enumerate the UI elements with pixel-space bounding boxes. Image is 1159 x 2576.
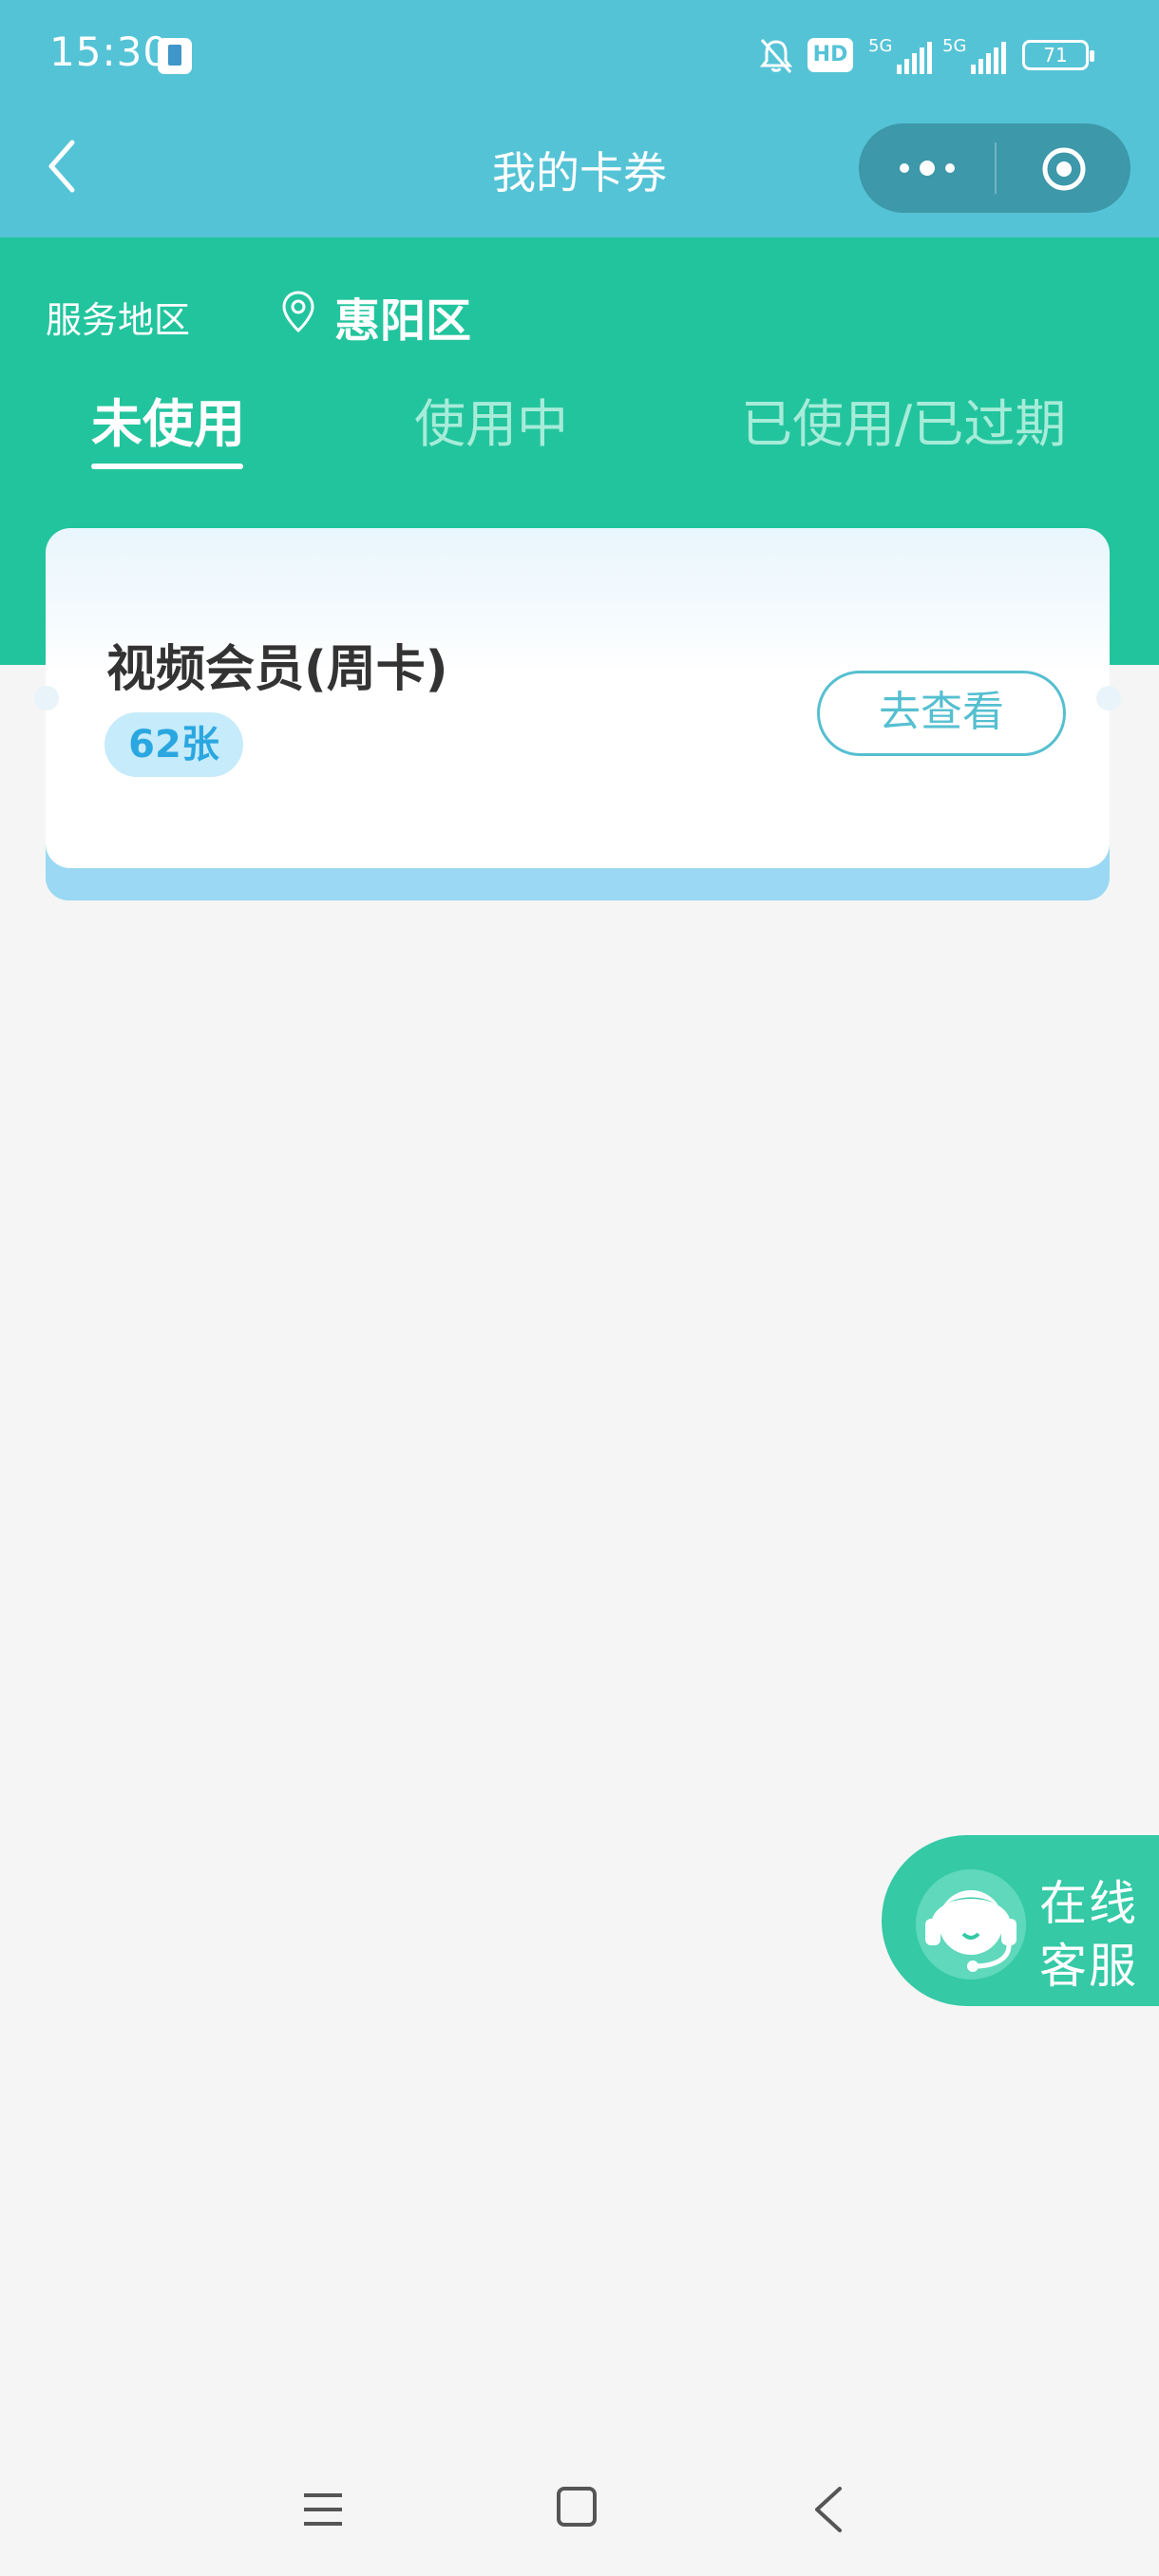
card-notch	[34, 686, 59, 710]
customer-service-icon	[916, 1869, 1026, 1979]
tab-in-use[interactable]: 使用中	[414, 382, 568, 457]
service-label-line2: 客服	[1039, 1939, 1138, 1994]
menu-icon[interactable]	[302, 2491, 344, 2529]
tab-used-expired[interactable]: 已使用/已过期	[741, 382, 1066, 457]
card-notch	[1096, 686, 1121, 710]
region-label: 服务地区	[46, 299, 191, 341]
battery-indicator: 71	[1022, 40, 1094, 70]
location-pin-icon	[282, 291, 314, 333]
signal-label: 5G	[942, 36, 967, 56]
signal-bars-icon	[971, 42, 1009, 74]
region-value[interactable]: 惠阳区	[334, 283, 471, 350]
status-time: 15:30	[49, 28, 170, 75]
more-icon[interactable]	[897, 152, 958, 184]
target-icon[interactable]	[1041, 146, 1087, 192]
hd-voice-badge: HD	[808, 38, 853, 72]
signal-bars-icon	[897, 42, 935, 74]
view-coupon-button[interactable]: 去查看	[817, 671, 1066, 756]
system-back-icon[interactable]	[811, 2485, 846, 2534]
tab-unused[interactable]: 未使用	[91, 382, 245, 457]
bell-muted-icon	[759, 39, 793, 73]
active-tab-indicator	[91, 464, 243, 469]
signal-label: 5G	[868, 36, 893, 56]
coupon-count-badge: 62张	[104, 712, 243, 777]
capsule-divider	[995, 142, 997, 194]
coupon-title: 视频会员(周卡)	[106, 641, 448, 698]
app-notification-icon	[158, 38, 192, 74]
service-label-line1: 在线	[1039, 1876, 1138, 1931]
home-icon[interactable]	[557, 2487, 597, 2527]
